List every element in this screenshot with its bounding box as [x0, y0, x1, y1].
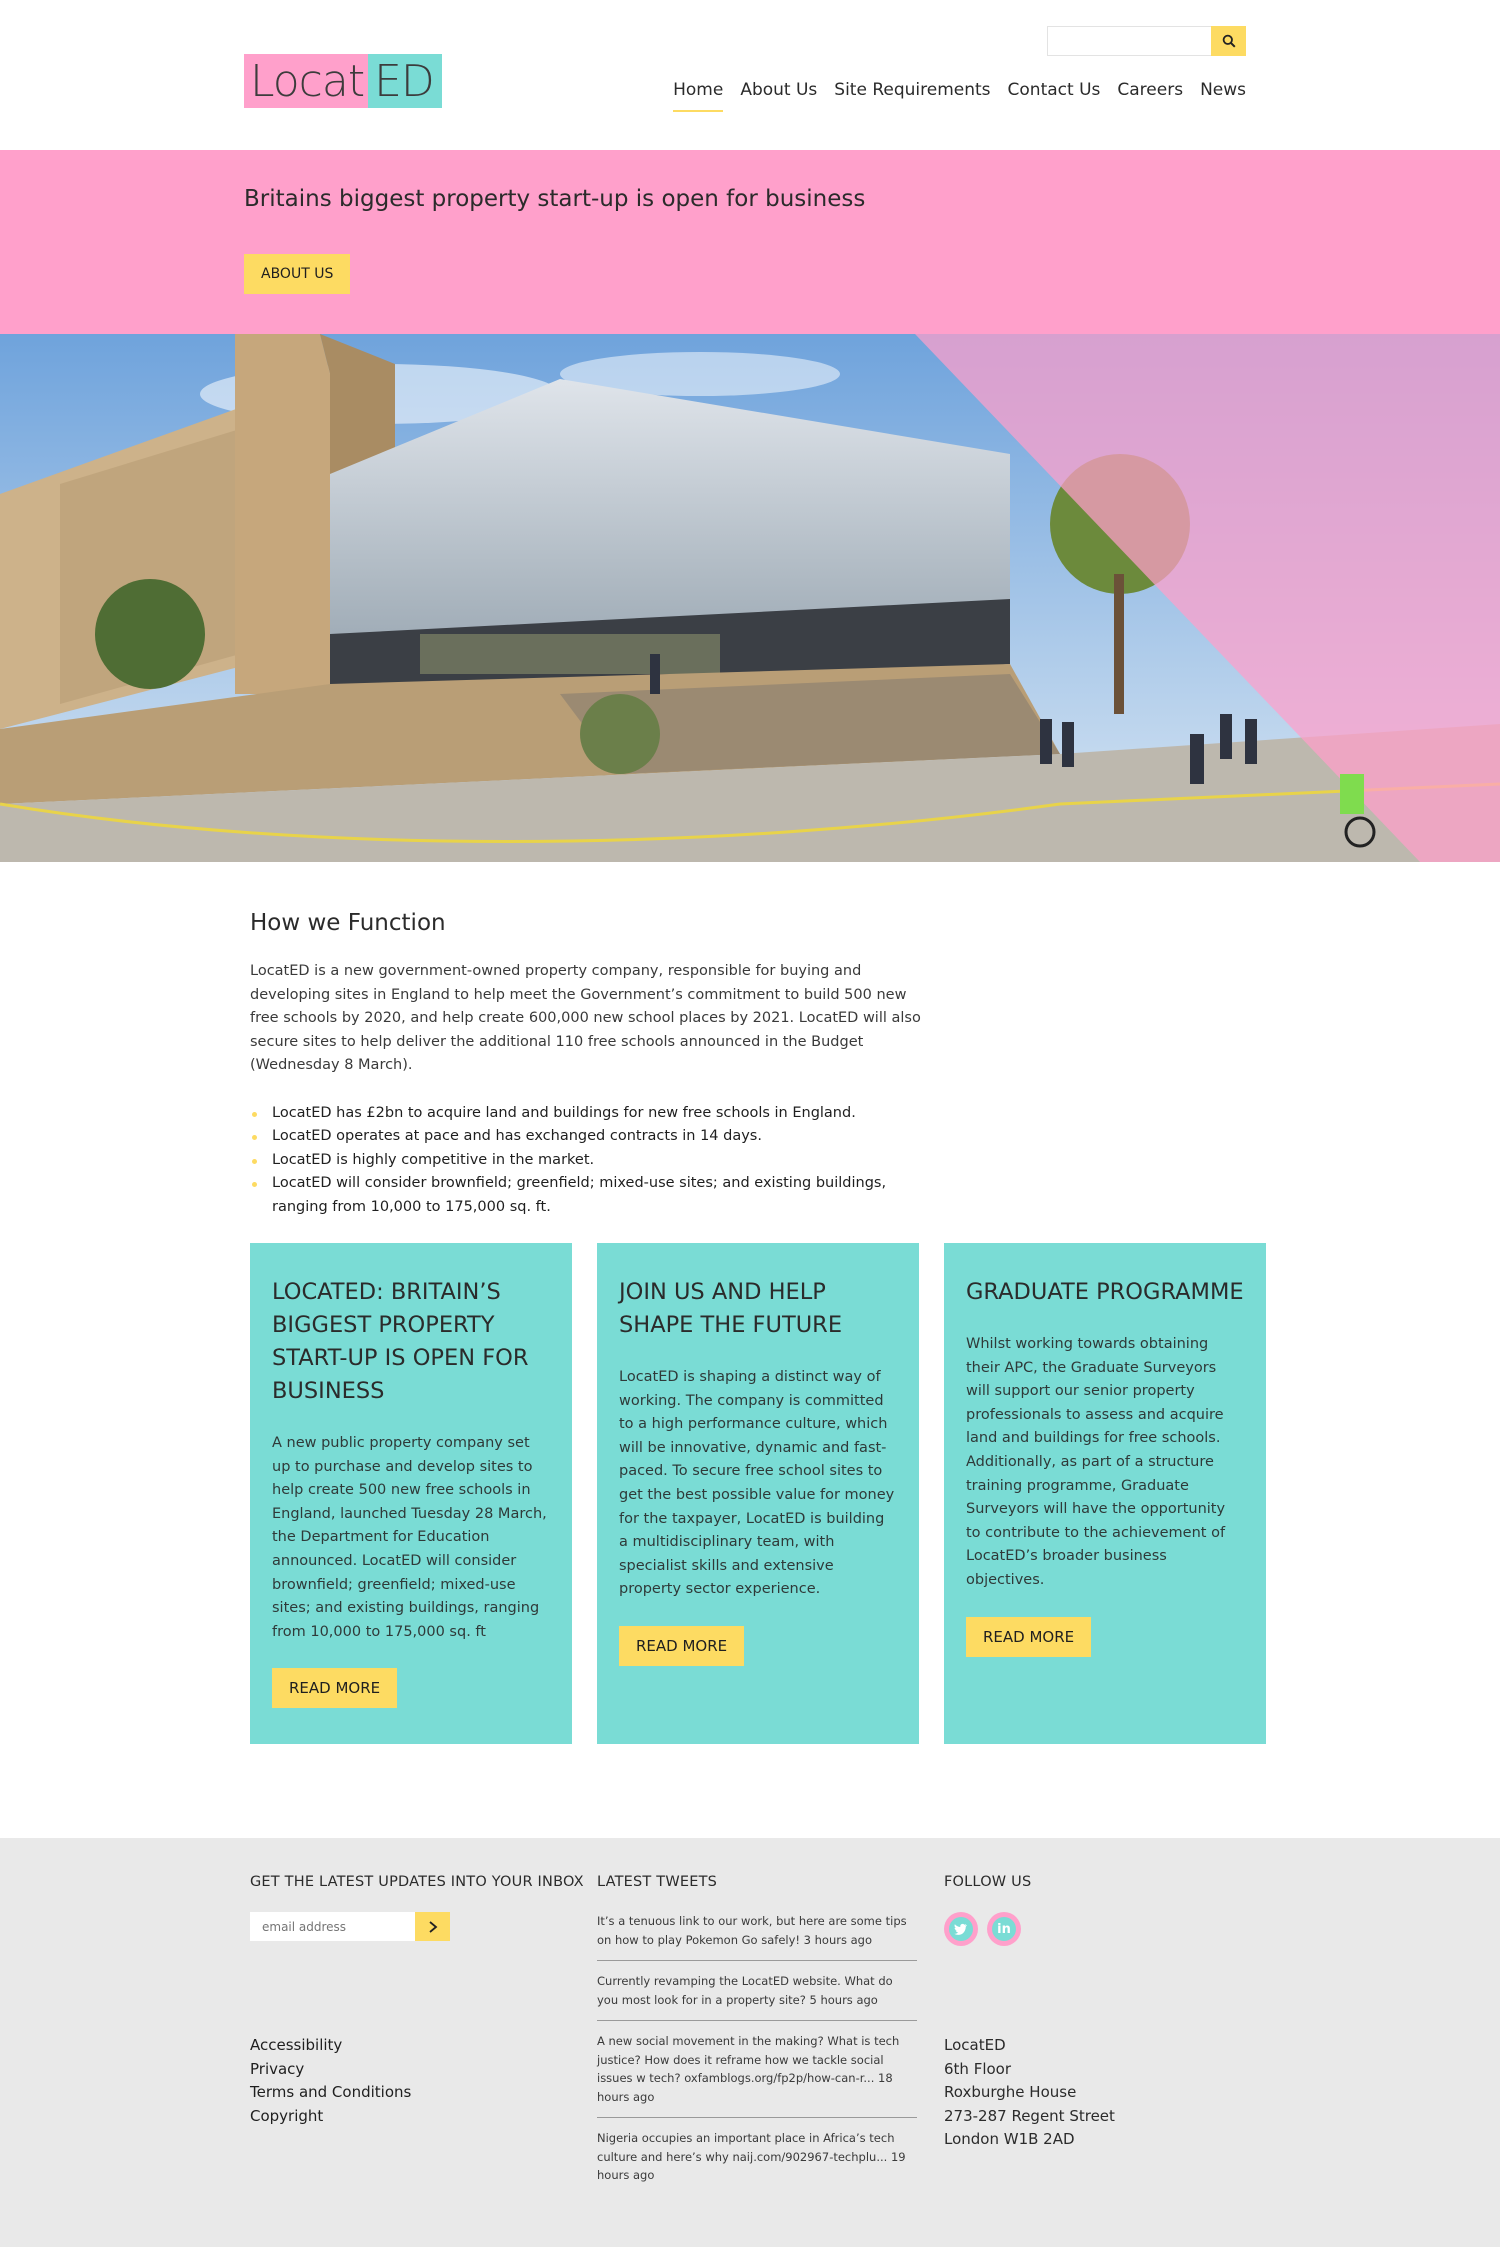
linkedin-icon: in	[992, 1917, 1016, 1941]
feature-cards: LOCATED: BRITAIN’S BIGGEST PROPERTY STAR…	[250, 1243, 1266, 1744]
nav-contact-us[interactable]: Contact Us	[1008, 80, 1101, 112]
list-item: LocatED operates at pace and has exchang…	[250, 1125, 930, 1149]
subscribe-button[interactable]	[415, 1912, 450, 1941]
card-text: A new public property company set up to …	[272, 1435, 547, 1640]
hero-banner: Britains biggest property start-up is op…	[0, 150, 1500, 334]
read-more-button[interactable]: READ MORE	[619, 1625, 745, 1666]
search-input[interactable]	[1047, 26, 1211, 56]
logo-part-ed: ED	[368, 54, 442, 108]
card-title: GRADUATE PROGRAMME	[966, 1279, 1244, 1305]
about-us-button[interactable]: ABOUT US	[244, 254, 351, 294]
card-title: JOIN US AND HELP SHAPE THE FUTURE	[619, 1279, 843, 1338]
address-line: 6th Floor	[944, 2059, 1012, 2078]
footer-link-accessibility[interactable]: Accessibility	[250, 2034, 411, 2058]
address-line: London W1B 2AD	[944, 2130, 1075, 2149]
intro-paragraph: LocatED is a new government-owned proper…	[250, 963, 921, 1073]
footer-links: Accessibility Privacy Terms and Conditio…	[250, 2034, 411, 2128]
nav-about-us[interactable]: About Us	[740, 80, 817, 112]
section-heading: How we Function	[250, 910, 446, 936]
social-links: in	[944, 1912, 1031, 1946]
tweet-item[interactable]: A new social movement in the making? Wha…	[597, 2032, 917, 2118]
email-field[interactable]	[250, 1912, 415, 1941]
newsletter-heading: GET THE LATEST UPDATES INTO YOUR INBOX	[250, 1874, 584, 1890]
address-line: 273-287 Regent Street	[944, 2106, 1115, 2125]
bullet-icon	[252, 1135, 257, 1140]
read-more-button[interactable]: READ MORE	[272, 1668, 398, 1709]
tweets-heading: LATEST TWEETS	[597, 1874, 718, 1890]
newsletter-form	[250, 1912, 584, 1941]
address-line: Roxburghe House	[944, 2083, 1077, 2102]
bullet-icon	[252, 1111, 257, 1117]
card-text: Whilst working towards obtaining their A…	[966, 1336, 1226, 1588]
footer-link-privacy[interactable]: Privacy	[250, 2058, 411, 2082]
tweet-item[interactable]: Nigeria occupies an important place in A…	[597, 2129, 917, 2196]
list-item: LocatED will consider brownfield; greenf…	[250, 1172, 930, 1219]
nav-site-requirements[interactable]: Site Requirements	[834, 80, 990, 112]
tweets-column: LATEST TWEETS It’s a tenuous link to our…	[597, 1874, 917, 2207]
read-more-button[interactable]: READ MORE	[966, 1616, 1092, 1657]
follow-heading: FOLLOW US	[944, 1874, 1032, 1890]
school-building-image	[0, 334, 1500, 862]
company-address: LocatED 6th Floor Roxburghe House 273-28…	[944, 2034, 1115, 2152]
footer-link-copyright[interactable]: Copyright	[250, 2105, 411, 2129]
address-line: LocatED	[944, 2036, 1006, 2054]
footer-link-terms[interactable]: Terms and Conditions	[250, 2081, 411, 2105]
site-footer: GET THE LATEST UPDATES INTO YOUR INBOX L…	[0, 1838, 1500, 2247]
main-nav: Home About Us Site Requirements Contact …	[673, 80, 1246, 112]
twitter-icon	[949, 1917, 973, 1941]
follow-column: FOLLOW US in	[944, 1874, 1031, 1946]
hero-title: Britains biggest property start-up is op…	[244, 186, 866, 212]
newsletter-column: GET THE LATEST UPDATES INTO YOUR INBOX	[250, 1874, 584, 1941]
twitter-link[interactable]	[944, 1912, 978, 1946]
chevron-right-icon	[428, 1920, 437, 1933]
site-header: Locat ED Home About Us Site Requirements…	[0, 0, 1500, 150]
logo-part-locat: Locat	[244, 54, 369, 108]
bullet-icon	[252, 1158, 257, 1164]
feature-list: LocatED has £2bn to acquire land and bui…	[250, 1102, 930, 1220]
card-graduate-programme: GRADUATE PROGRAMME Whilst working toward…	[944, 1243, 1266, 1744]
search-icon	[1222, 34, 1236, 48]
card-join-us: JOIN US AND HELP SHAPE THE FUTURE LocatE…	[597, 1243, 919, 1744]
nav-home[interactable]: Home	[673, 80, 724, 112]
site-logo[interactable]: Locat ED	[244, 54, 442, 108]
nav-careers[interactable]: Careers	[1117, 80, 1183, 112]
card-text: LocatED is shaping a distinct way of wor…	[619, 1369, 895, 1598]
bullet-icon	[252, 1182, 257, 1187]
linkedin-link[interactable]: in	[987, 1912, 1021, 1946]
nav-news[interactable]: News	[1200, 80, 1246, 112]
list-item: LocatED has £2bn to acquire land and bui…	[250, 1102, 930, 1126]
list-item: LocatED is highly competitive in the mar…	[250, 1149, 930, 1173]
tweet-item[interactable]: It’s a tenuous link to our work, but her…	[597, 1912, 917, 1961]
card-located: LOCATED: BRITAIN’S BIGGEST PROPERTY STAR…	[250, 1243, 572, 1744]
tweet-item[interactable]: Currently revamping the LocatED website.…	[597, 1972, 917, 2021]
search-bar	[1047, 26, 1246, 56]
card-title: LOCATED: BRITAIN’S BIGGEST PROPERTY STAR…	[272, 1279, 529, 1404]
how-we-function-section: How we Function LocatED is a new governm…	[250, 910, 930, 1219]
search-button[interactable]	[1211, 26, 1246, 56]
